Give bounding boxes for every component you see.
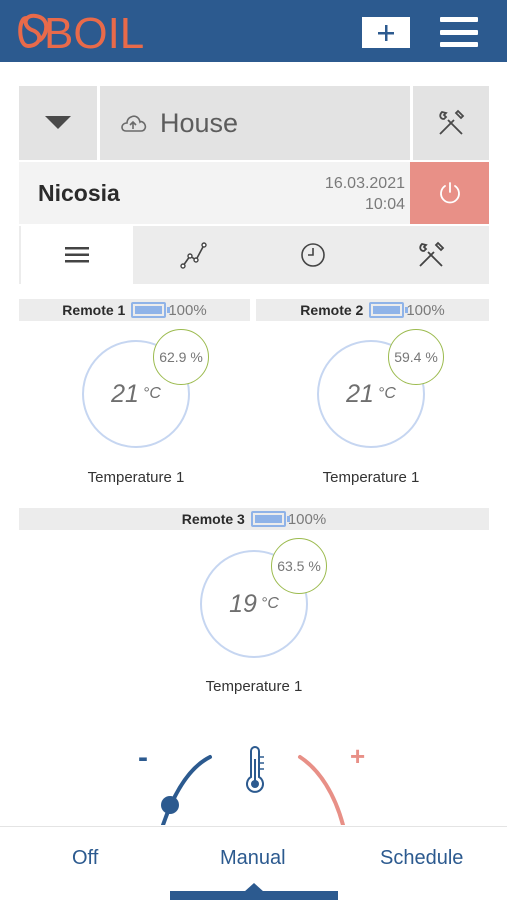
mode-schedule[interactable]: Schedule [380,847,463,870]
remote-name: Remote 3 [181,511,245,527]
tools-icon [419,241,445,267]
clock-icon [301,243,325,267]
increase-button[interactable]: + [350,741,365,772]
temperature-value: 21 [111,379,139,408]
city-name: Nicosia [38,180,120,206]
hamburger-icon [440,17,478,22]
remote-2-bar: Remote 2 100% [256,299,489,321]
temperature-unit: °C [377,385,396,402]
mode-nav: Off Manual Schedule [0,826,507,900]
power-button[interactable] [410,162,489,224]
battery-icon [250,511,290,527]
caret-down-icon [45,116,71,129]
tab-list[interactable] [21,226,133,284]
location-name: House [160,107,239,138]
remote-1-sensor-label: Temperature 1 [87,469,185,486]
plus-icon [378,24,394,41]
date-text: 16.03.2021 [324,175,405,192]
battery-icon [131,302,171,318]
temperature-value: 19 [229,589,257,618]
remote-3-sensor-label: Temperature 1 [205,678,303,695]
city-row: Nicosia 16.03.2021 10:04 [19,162,489,224]
tab-schedule[interactable] [255,226,371,284]
location-tools-button[interactable] [413,86,489,160]
location-selector[interactable]: House [100,86,410,160]
chart-line-icon [180,242,207,269]
setpoint-dial: - + [0,735,507,827]
remote-1-humidity: 62.9 % [153,329,209,385]
battery-icon [369,302,409,318]
battery-level: 100% [168,301,207,319]
temperature-unit: °C [260,595,279,612]
mode-manual[interactable]: Manual [220,847,286,870]
logo-text: BOIL [44,9,144,56]
remote-3-bar: Remote 3 100% [19,508,489,530]
power-icon [439,182,460,204]
remote-name: Remote 2 [300,302,364,318]
boil-logo: BOIL [14,6,164,58]
battery-level: 100% [406,301,445,319]
thermometer-icon [246,746,264,793]
temperature-unit: °C [142,385,161,402]
remote-2-sensor-label: Temperature 1 [322,469,420,486]
datetime: 16.03.2021 10:04 [325,173,405,215]
remote-name: Remote 1 [62,302,126,318]
tab-chart[interactable] [136,226,252,284]
active-mode-indicator [170,891,338,900]
list-icon [65,247,89,263]
remote-1-bar: Remote 1 100% [19,299,250,321]
setpoint-handle [161,796,179,814]
location-row: House [19,86,489,160]
mode-off[interactable]: Off [72,847,98,870]
time-text: 10:04 [364,196,405,213]
app-header: BOIL [0,0,507,62]
decrease-button[interactable]: - [138,741,148,775]
view-tabs [19,226,489,284]
tab-settings[interactable] [373,226,489,284]
tools-icon [439,109,465,135]
cloud-upload-icon [121,115,147,132]
remote-3-humidity: 63.5 % [271,538,327,594]
location-dropdown-button[interactable] [19,86,97,160]
menu-button[interactable] [440,14,478,50]
battery-level: 100% [287,510,327,528]
temperature-value: 21 [346,379,374,408]
add-button[interactable] [362,17,410,48]
remote-2-humidity: 59.4 % [388,329,444,385]
